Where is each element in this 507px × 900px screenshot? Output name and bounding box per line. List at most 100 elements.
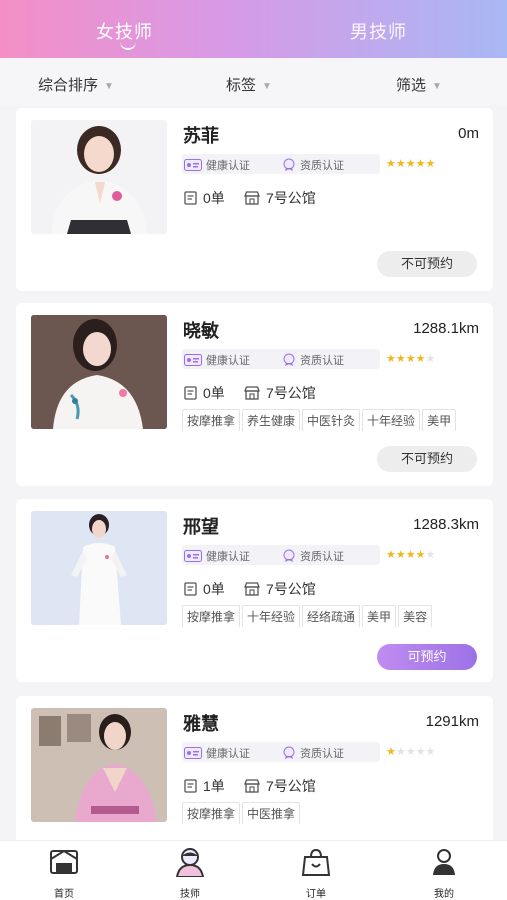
qualification-cert: 资质认证	[282, 157, 344, 173]
skill-tag: 按摩推拿	[182, 409, 241, 431]
technician-card[interactable]: 苏菲 0m 健康认证 资质认证 ★★★★★ 0单 7号公馆 不可预约	[16, 108, 493, 291]
qualification-cert-label: 资质认证	[300, 160, 344, 172]
technician-photo	[31, 315, 167, 429]
cert-strip: 健康认证 资质认证	[182, 154, 380, 174]
tags-label: 标签	[226, 77, 257, 94]
book-button[interactable]: 可预约	[377, 644, 477, 670]
rating-stars: ★★★★★	[386, 353, 436, 365]
nav-home[interactable]: 首页	[34, 847, 94, 900]
nav-profile[interactable]: 我的	[414, 847, 474, 900]
book-button[interactable]: 不可预约	[377, 251, 477, 277]
bottom-nav: 首页 技师 订单 我的	[0, 840, 507, 900]
health-cert-label: 健康认证	[206, 551, 250, 563]
technician-distance: 0m	[458, 125, 479, 142]
qualification-cert: 资质认证	[282, 352, 344, 368]
id-card-icon	[184, 159, 202, 171]
store-icon	[244, 386, 260, 400]
shop-location-text: 7号公馆	[266, 190, 316, 206]
nav-technicians[interactable]: 技师	[160, 847, 220, 900]
order-count-text: 1单	[203, 778, 225, 794]
order-count-text: 0单	[203, 190, 225, 206]
filter-label: 筛选	[396, 77, 427, 94]
health-cert: 健康认证	[184, 157, 250, 173]
document-icon	[184, 582, 197, 596]
tab-male[interactable]: 男技师	[350, 18, 407, 44]
skill-tag: 按摩推拿	[182, 605, 241, 627]
home-icon	[50, 849, 78, 874]
shop-location-text: 7号公馆	[266, 385, 316, 401]
medal-icon	[283, 353, 295, 366]
skill-tag: 按摩推拿	[182, 802, 241, 824]
active-tab-indicator	[120, 42, 136, 50]
tags-dropdown[interactable]: 标签 ▼	[226, 74, 272, 95]
shop-location-text: 7号公馆	[266, 778, 316, 794]
store-icon	[244, 582, 260, 596]
shopping-bag-icon	[301, 848, 331, 876]
chevron-down-icon: ▼	[262, 80, 272, 92]
nav-profile-label: 我的	[434, 889, 454, 900]
skill-tag: 美容	[398, 605, 433, 627]
qualification-cert: 资质认证	[282, 745, 344, 761]
technician-card[interactable]: 雅慧 1291km 健康认证 资质认证 ★★★★★ 1单 7号公馆 按摩推拿 中医…	[16, 696, 493, 846]
qualification-cert-label: 资质认证	[300, 551, 344, 563]
chevron-down-icon: ▼	[104, 80, 114, 92]
skill-tags: 按摩推拿 十年经验 经络疏通 美甲 美容	[182, 605, 482, 627]
sort-dropdown[interactable]: 综合排序 ▼	[38, 74, 114, 95]
id-card-icon	[184, 354, 202, 366]
skill-tag: 十年经验	[242, 605, 301, 627]
technician-photo	[31, 120, 167, 234]
shop-location: 7号公馆	[244, 579, 316, 599]
skill-tags: 按摩推拿 中医推拿	[182, 802, 482, 824]
technician-card[interactable]: 晓敏 1288.1km 健康认证 资质认证 ★★★★★ 0单 7号公馆 按摩推拿…	[16, 303, 493, 486]
book-button[interactable]: 不可预约	[377, 446, 477, 472]
skill-tag: 中医推拿	[242, 802, 301, 824]
health-cert: 健康认证	[184, 352, 250, 368]
health-cert: 健康认证	[184, 745, 250, 761]
technician-card[interactable]: 邢望 1288.3km 健康认证 资质认证 ★★★★★ 0单 7号公馆 按摩推拿…	[16, 499, 493, 682]
health-cert-label: 健康认证	[206, 748, 250, 760]
filter-icon: ▼	[432, 80, 442, 92]
id-card-icon	[184, 747, 202, 759]
rating-stars: ★★★★★	[386, 158, 436, 170]
nav-orders[interactable]: 订单	[286, 847, 346, 900]
technician-photo	[31, 511, 167, 625]
tab-female[interactable]: 女技师	[96, 18, 153, 44]
order-count: 0单	[184, 383, 225, 403]
cert-strip: 健康认证 资质认证	[182, 349, 380, 369]
id-card-icon	[184, 550, 202, 562]
filter-bar: 综合排序 ▼ 标签 ▼ 筛选 ▼	[0, 58, 507, 106]
document-icon	[184, 779, 197, 793]
sort-label: 综合排序	[38, 77, 99, 94]
shop-location: 7号公馆	[244, 188, 316, 208]
technician-name: 邢望	[183, 517, 219, 537]
nav-technicians-label: 技师	[180, 889, 200, 900]
rating-stars: ★★★★★	[386, 746, 436, 758]
document-icon	[184, 191, 197, 205]
health-cert: 健康认证	[184, 548, 250, 564]
order-count: 1单	[184, 776, 225, 796]
technician-photo	[31, 708, 167, 822]
qualification-cert: 资质认证	[282, 548, 344, 564]
store-icon	[244, 191, 260, 205]
filter-button[interactable]: 筛选 ▼	[396, 74, 442, 95]
order-count: 0单	[184, 579, 225, 599]
order-count: 0单	[184, 188, 225, 208]
medal-icon	[283, 549, 295, 562]
header-tabs: 女技师 男技师	[0, 0, 507, 58]
skill-tag: 美甲	[422, 409, 457, 431]
nav-home-label: 首页	[54, 889, 74, 900]
skill-tag: 养生健康	[242, 409, 301, 431]
skill-tag: 经络疏通	[302, 605, 361, 627]
technician-name: 晓敏	[183, 321, 219, 341]
skill-tag: 中医针灸	[302, 409, 361, 431]
document-icon	[184, 386, 197, 400]
order-count-text: 0单	[203, 581, 225, 597]
skill-tags: 按摩推拿 养生健康 中医针灸 十年经验 美甲	[182, 409, 482, 431]
rating-stars: ★★★★★	[386, 549, 436, 561]
shop-location-text: 7号公馆	[266, 581, 316, 597]
medal-icon	[283, 746, 295, 759]
store-icon	[244, 779, 260, 793]
nav-orders-label: 订单	[306, 889, 326, 900]
shop-location: 7号公馆	[244, 776, 316, 796]
skill-tag: 十年经验	[362, 409, 421, 431]
